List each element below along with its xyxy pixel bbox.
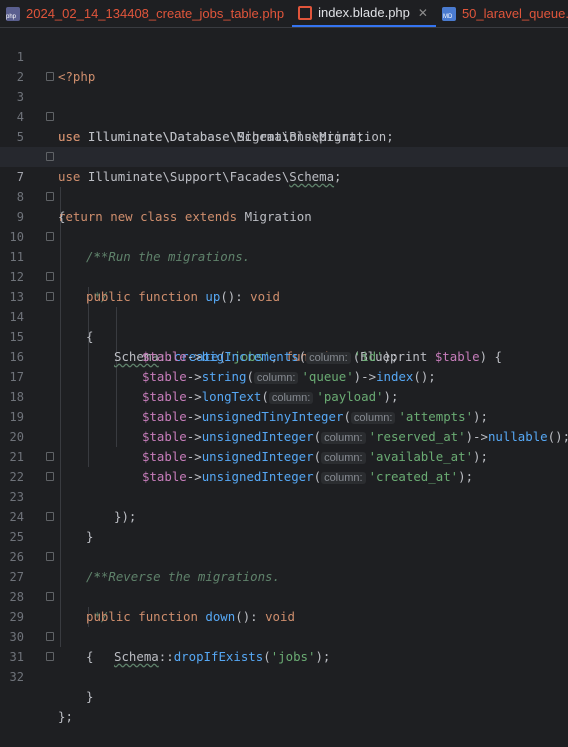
code-line: 28 public function down(): void bbox=[0, 567, 568, 624]
code-line: 18 $table->unsignedTinyInteger(column:'a… bbox=[0, 367, 568, 424]
code-line: 24 bbox=[0, 487, 568, 524]
code-line: 31 } bbox=[0, 627, 568, 704]
tab-label: 2024_02_14_134408_create_jobs_table.php bbox=[26, 6, 285, 21]
code-line: 13 { bbox=[0, 267, 568, 344]
code-line: 27 */ bbox=[0, 547, 568, 624]
closing-brace: }; bbox=[58, 709, 73, 724]
fold-marker-icon[interactable] bbox=[46, 112, 54, 121]
code-line: 14 Schema::create('jobs', function (Blue… bbox=[0, 287, 568, 364]
code-line: 5 use Illuminate\Support\Facades\Schema; bbox=[0, 107, 568, 184]
fold-marker-icon[interactable] bbox=[46, 272, 54, 281]
code-line: 25 /** bbox=[0, 507, 568, 584]
code-line: 22 }); bbox=[0, 447, 568, 524]
code-line: 8 { bbox=[0, 167, 568, 224]
tab-label: 50_laravel_queue.md bbox=[461, 6, 568, 21]
code-line: 23 } bbox=[0, 467, 568, 544]
fold-marker-icon[interactable] bbox=[46, 632, 54, 641]
code-line: 17 $table->longText(column:'payload'); bbox=[0, 347, 568, 404]
blade-file-icon bbox=[298, 5, 313, 20]
code-line: 29 { bbox=[0, 587, 568, 664]
code-line: 16 $table->string(column:'queue')->index… bbox=[0, 327, 568, 384]
code-line: 1 <?php bbox=[0, 27, 568, 84]
code-line: 6 bbox=[0, 127, 568, 164]
tab-index-blade[interactable]: index.blade.php ✕ bbox=[292, 0, 436, 27]
code-line: 20 $table->unsignedInteger(column:'avail… bbox=[0, 407, 568, 464]
code-line: 9 /** bbox=[0, 187, 568, 264]
code-line: 32 }; bbox=[0, 647, 568, 724]
code-line: 4 use Illuminate\Database\Schema\Bluepri… bbox=[0, 87, 568, 144]
fold-marker-icon[interactable] bbox=[46, 232, 54, 241]
tab-label: index.blade.php bbox=[318, 5, 410, 20]
code-line: 15 $table->bigIncrements(column:'id'); bbox=[0, 307, 568, 364]
fold-marker-icon[interactable] bbox=[46, 652, 54, 661]
php-file-icon bbox=[6, 6, 20, 21]
tab-create-jobs-table[interactable]: 2024_02_14_134408_create_jobs_table.php bbox=[0, 0, 292, 27]
code-line-current: 7 return new class extends Migration bbox=[0, 147, 568, 224]
code-line: 11 */ bbox=[0, 227, 568, 304]
code-line: 21 $table->unsignedInteger(column:'creat… bbox=[0, 427, 568, 484]
close-icon[interactable]: ✕ bbox=[418, 6, 428, 20]
fold-marker-icon[interactable] bbox=[46, 452, 54, 461]
code-line: 30 Schema::dropIfExists('jobs'); bbox=[0, 607, 568, 664]
fold-marker-icon[interactable] bbox=[46, 292, 54, 301]
markdown-file-icon bbox=[441, 6, 456, 21]
fold-marker-icon[interactable] bbox=[46, 152, 54, 161]
code-line: 26 * Reverse the migrations. bbox=[0, 527, 568, 584]
fold-marker-icon[interactable] bbox=[46, 592, 54, 601]
editor-tab-bar: 2024_02_14_134408_create_jobs_table.php … bbox=[0, 0, 568, 28]
fold-marker-icon[interactable] bbox=[46, 552, 54, 561]
tab-laravel-queue-md[interactable]: 50_laravel_queue.md bbox=[436, 0, 568, 27]
code-line: 10 * Run the migrations. bbox=[0, 207, 568, 264]
line-number: 32 bbox=[9, 670, 24, 684]
closing-brace: } bbox=[86, 689, 94, 704]
code-editor[interactable]: 1 <?php 2 3 use Illuminate\Database\Migr… bbox=[0, 27, 568, 724]
fold-marker-icon[interactable] bbox=[46, 512, 54, 521]
code-line: 19 $table->unsignedInteger(column:'reser… bbox=[0, 387, 568, 444]
fold-marker-icon[interactable] bbox=[46, 472, 54, 481]
fold-marker-icon[interactable] bbox=[46, 192, 54, 201]
code-line: 12 public function up(): void bbox=[0, 247, 568, 304]
code-line: 2 bbox=[0, 47, 568, 84]
code-line: 3 use Illuminate\Database\Migrations\Mig… bbox=[0, 67, 568, 144]
fold-marker-icon[interactable] bbox=[46, 72, 54, 81]
